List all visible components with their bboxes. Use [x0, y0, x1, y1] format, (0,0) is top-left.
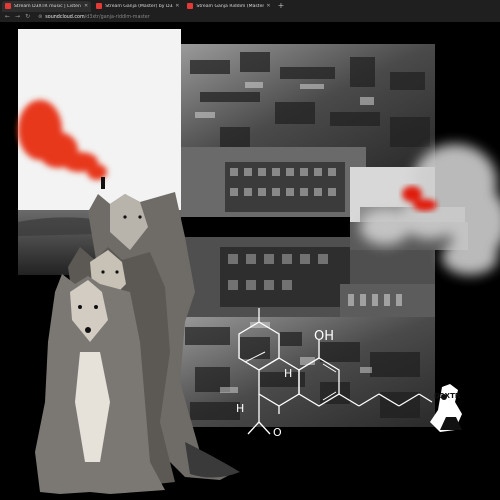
- city-collage-bottom: [175, 237, 435, 427]
- back-icon[interactable]: ←: [5, 13, 10, 21]
- soundcloud-favicon-icon: [187, 3, 194, 9]
- molecule-label-o: O: [273, 426, 282, 439]
- new-tab-button[interactable]: +: [278, 1, 285, 11]
- molecule-label-h1: H: [284, 367, 292, 380]
- url-host: soundcloud.com: [45, 14, 85, 20]
- forward-icon[interactable]: →: [15, 13, 20, 21]
- logo-text: D3XTR: [434, 392, 461, 400]
- address-bar: ← → ↻ ⊜ soundcloud.com /d3xtr/ganja-ridd…: [0, 12, 500, 22]
- tab-ganja-riddim[interactable]: Stream Ganja Riddim (Master) ✕: [184, 1, 273, 12]
- molecule-label-h2: H: [236, 402, 244, 415]
- molecule-label-oh: OH: [314, 329, 334, 344]
- close-tab-icon[interactable]: ✕: [266, 3, 270, 9]
- url-field[interactable]: ⊜ soundcloud.com /d3xtr/ganja-riddim-mas…: [38, 13, 150, 21]
- tab-ganja-master[interactable]: Stream Ganja (Master) by D3XT ✕: [93, 1, 182, 12]
- tab-label: Stream D3XTR music | Listen: [14, 3, 81, 9]
- tab-d3xtr-profile[interactable]: Stream D3XTR music | Listen ✕: [2, 0, 92, 12]
- close-tab-icon[interactable]: ✕: [175, 3, 179, 9]
- browser-chrome: Stream D3XTR music | Listen ✕ Stream Gan…: [0, 0, 500, 22]
- close-tab-icon[interactable]: ✕: [84, 3, 88, 9]
- soundcloud-favicon-icon: [5, 3, 11, 9]
- tab-strip: Stream D3XTR music | Listen ✕ Stream Gan…: [0, 0, 500, 12]
- url-path: /d3xtr/ganja-riddim-master: [84, 14, 150, 20]
- tab-label: Stream Ganja Riddim (Master): [196, 3, 265, 9]
- soundcloud-favicon-icon: [96, 3, 103, 9]
- tab-label: Stream Ganja (Master) by D3XT: [105, 3, 174, 9]
- cover-artwork: OH H H O D3XTR: [0, 22, 500, 500]
- flare-figure: [101, 177, 105, 189]
- reload-icon[interactable]: ↻: [25, 13, 30, 21]
- site-info-icon[interactable]: ⊜: [38, 14, 42, 20]
